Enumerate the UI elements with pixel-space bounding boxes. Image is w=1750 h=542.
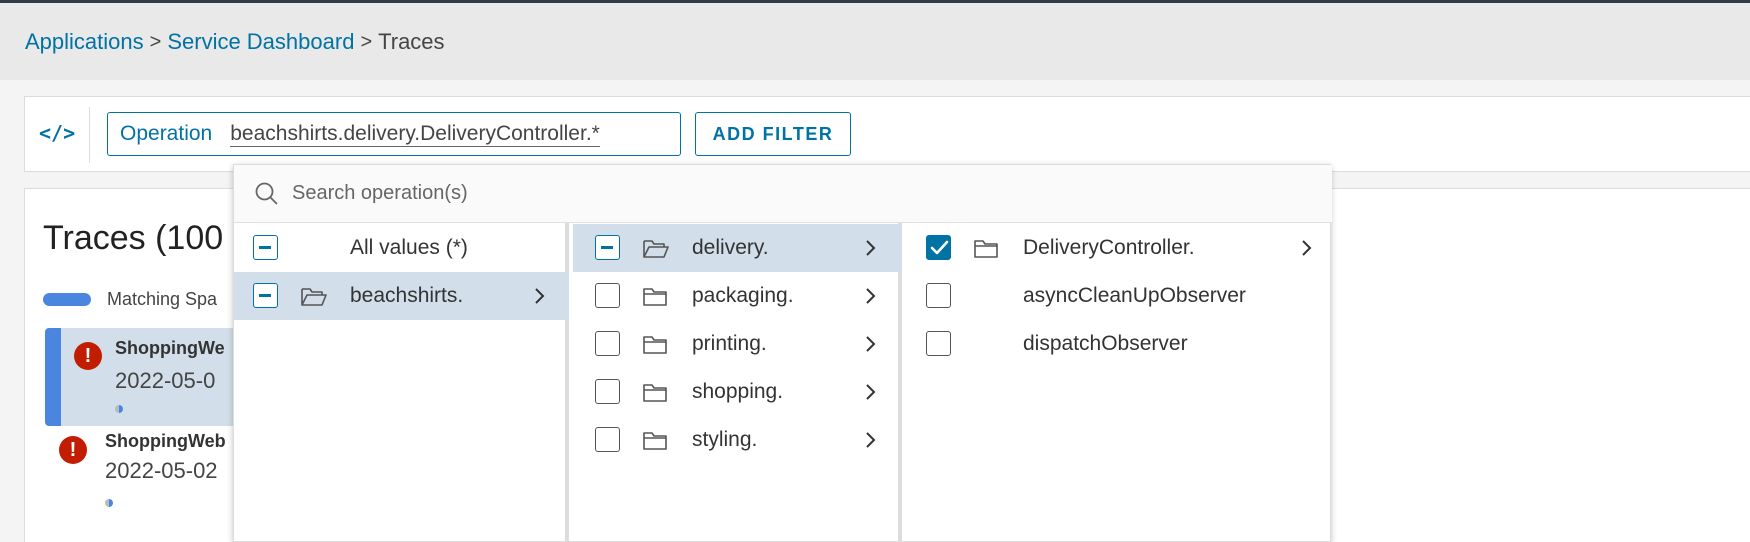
dropdown-column-1: All values (*) beachshirts. [234, 223, 569, 542]
trace-mini-bar [105, 499, 113, 507]
legend: Matching Spa [43, 289, 217, 310]
folder-icon [974, 240, 998, 258]
filter-bar: </> Operation beachshirts.delivery.Deliv… [24, 96, 1750, 172]
checkbox-partial[interactable] [595, 235, 620, 260]
error-icon: ! [74, 342, 102, 370]
page-header: Applications > Service Dashboard > Trace… [0, 3, 1750, 80]
folder-icon [643, 384, 667, 402]
checkbox[interactable] [595, 283, 620, 308]
code-view-toggle[interactable]: </> [39, 121, 75, 145]
checkbox[interactable] [595, 379, 620, 404]
checkbox[interactable] [926, 331, 951, 356]
folder-open-icon [643, 240, 669, 258]
breadcrumb-applications[interactable]: Applications [25, 29, 144, 55]
chevron-right-icon[interactable] [865, 239, 877, 257]
dropdown-item[interactable]: printing. [573, 320, 902, 368]
dropdown-item[interactable]: All values (*) [234, 224, 569, 272]
add-filter-button[interactable]: ADD FILTER [695, 112, 851, 156]
dropdown-item[interactable]: asyncCleanUpObserver [906, 272, 1332, 320]
dropdown-item[interactable]: beachshirts. [234, 272, 569, 320]
dropdown-item-label: DeliveryController. [1023, 236, 1195, 259]
operation-dropdown: All values (*) beachshirts. delivery. pack… [233, 164, 1332, 542]
trace-service-name: ShoppingWeb [105, 431, 226, 451]
chevron-right-icon[interactable] [865, 335, 877, 353]
chevron-right-icon[interactable] [865, 287, 877, 305]
check-icon [930, 240, 949, 255]
traces-title: Traces (100 [43, 219, 224, 257]
breadcrumb: Applications > Service Dashboard > Trace… [25, 29, 445, 55]
dropdown-item[interactable]: dispatchObserver [906, 320, 1332, 368]
dropdown-item[interactable]: DeliveryController. [906, 224, 1332, 272]
filter-divider [89, 107, 90, 163]
dropdown-item[interactable]: delivery. [573, 224, 902, 272]
checkbox[interactable] [595, 427, 620, 452]
checkbox[interactable] [926, 283, 951, 308]
chevron-right-icon[interactable] [1301, 239, 1313, 257]
dropdown-item-label: All values (*) [350, 236, 468, 259]
folder-icon [643, 288, 667, 306]
error-icon: ! [59, 436, 87, 464]
trace-date: 2022-05-0 [115, 368, 216, 393]
operation-search [234, 165, 1332, 223]
trace-mini-bar [115, 405, 123, 413]
chevron-right-icon[interactable] [865, 383, 877, 401]
breadcrumb-separator: > [360, 30, 373, 53]
breadcrumb-current: Traces [378, 29, 445, 54]
dropdown-item-label: delivery. [692, 236, 769, 259]
breadcrumb-separator: > [149, 30, 162, 53]
trace-date: 2022-05-02 [105, 458, 218, 483]
trace-row[interactable]: ! ShoppingWeb 2022-05-02 [45, 426, 265, 524]
chevron-right-icon[interactable] [865, 431, 877, 449]
operation-filter-value[interactable]: beachshirts.delivery.DeliveryController.… [230, 122, 600, 147]
trace-row[interactable]: ! ShoppingWe 2022-05-0 [45, 328, 265, 426]
dropdown-item-label: asyncCleanUpObserver [1023, 284, 1246, 307]
dropdown-item-label: dispatchObserver [1023, 332, 1188, 355]
legend-label: Matching Spa [107, 289, 218, 309]
search-icon [255, 182, 278, 205]
dropdown-item[interactable]: styling. [573, 416, 902, 464]
search-input[interactable] [292, 182, 1192, 205]
dropdown-item-label: beachshirts. [350, 284, 464, 307]
operation-filter-key: Operation [120, 122, 213, 145]
dropdown-item-label: packaging. [692, 284, 794, 307]
checkbox[interactable] [595, 331, 620, 356]
legend-swatch [43, 293, 91, 306]
dropdown-item-label: styling. [692, 428, 758, 451]
folder-icon [643, 336, 667, 354]
dropdown-item-label: shopping. [692, 380, 784, 403]
operation-filter-pill[interactable]: Operation beachshirts.delivery.DeliveryC… [107, 112, 681, 156]
folder-icon [643, 432, 667, 450]
dropdown-column-3: DeliveryController. asyncCleanUpObserver d… [906, 223, 1332, 542]
checkbox-partial[interactable] [253, 235, 278, 260]
dropdown-item[interactable]: packaging. [573, 272, 902, 320]
dropdown-item-label: printing. [692, 332, 767, 355]
dropdown-column-2: delivery. packaging. printing. shopping. sty… [573, 223, 902, 542]
breadcrumb-service-dashboard[interactable]: Service Dashboard [167, 29, 354, 55]
trace-service-name: ShoppingWe [115, 338, 225, 358]
checkbox-partial[interactable] [253, 283, 278, 308]
chevron-right-icon[interactable] [534, 287, 546, 305]
folder-open-icon [301, 288, 327, 306]
dropdown-item[interactable]: shopping. [573, 368, 902, 416]
checkbox-checked[interactable] [926, 235, 951, 260]
